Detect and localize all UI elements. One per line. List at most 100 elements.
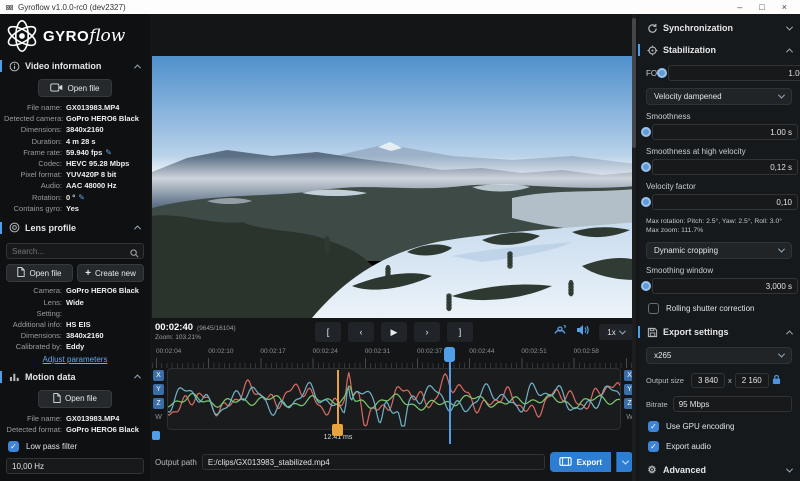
panel-scrollbar-thumb[interactable] xyxy=(632,18,636,148)
axis-toggle-button[interactable]: W xyxy=(153,412,164,423)
transport-button[interactable]: ‹ xyxy=(348,322,374,342)
smoothness-hv-value-input[interactable] xyxy=(652,159,798,175)
info-icon xyxy=(8,61,20,72)
playback-controls: 00:02:40 (9645/16104) Zoom: 103.21% [ ‹ xyxy=(150,318,638,346)
export-button[interactable]: Export xyxy=(550,452,611,472)
section-title: Advanced xyxy=(663,465,706,475)
open-file-label: Open file xyxy=(65,394,97,403)
video-camera-icon xyxy=(50,83,63,94)
logo-text-gyro: GYRO xyxy=(43,28,89,45)
cropping-dropdown[interactable]: Dynamic cropping xyxy=(646,242,792,259)
section-title: Video information xyxy=(25,61,101,71)
tick-label: 00:02:51 xyxy=(521,348,546,355)
timeline-ruler[interactable]: 00:02:0400:02:1000:02:1700:02:2400:02:31… xyxy=(150,346,638,358)
smoothing-window-label: Smoothing window xyxy=(646,266,792,275)
info-value: Wide xyxy=(66,298,84,307)
low-pass-filter-checkbox[interactable]: ✓ xyxy=(8,441,19,452)
smoothing-method-dropdown[interactable]: Velocity dampened xyxy=(646,88,792,105)
output-width-input[interactable] xyxy=(691,373,725,388)
smoothness-hv-label: Smoothness at high velocity xyxy=(646,147,792,156)
chevron-down-icon xyxy=(778,351,785,358)
fov-value-input[interactable] xyxy=(668,65,800,81)
info-row: Contains gyro: Yes ✎ xyxy=(4,203,146,214)
codec-dropdown[interactable]: x265 xyxy=(646,347,792,364)
info-label: Audio: xyxy=(4,181,66,190)
edit-pencil-icon[interactable]: ✎ xyxy=(105,148,112,157)
info-label: Dimensions: xyxy=(4,331,66,340)
section-export-settings[interactable]: Export settings xyxy=(638,324,800,340)
transport-button[interactable]: [ xyxy=(315,322,341,342)
transport-button[interactable]: ▶ xyxy=(381,322,407,342)
plus-icon: + xyxy=(85,268,91,279)
velocity-factor-value-input[interactable] xyxy=(652,194,798,210)
gear-icon: ⚙ xyxy=(646,465,658,476)
slider-knob[interactable] xyxy=(641,127,651,137)
section-lens-profile[interactable]: Lens profile xyxy=(0,220,150,236)
minimize-button[interactable]: – xyxy=(737,1,742,14)
current-timecode: 00:02:40 xyxy=(155,323,193,334)
transport-glyph: ] xyxy=(459,327,462,337)
info-value: GoPro HERO6 Black xyxy=(66,114,139,123)
slider-knob[interactable] xyxy=(641,281,651,291)
edit-pencil-icon[interactable]: ✎ xyxy=(78,193,85,202)
lens-open-file-button[interactable]: Open file xyxy=(6,264,73,282)
section-synchronization[interactable]: Synchronization xyxy=(638,20,800,36)
volume-icon[interactable] xyxy=(576,323,590,341)
axis-toggle-button[interactable]: X xyxy=(153,370,164,381)
info-row: Lens: Wide xyxy=(4,297,146,308)
sync-point-handle[interactable] xyxy=(332,424,343,436)
info-value: GoPro HERO6 Black xyxy=(66,286,139,295)
gpu-encoding-checkbox[interactable]: ✓ xyxy=(648,421,659,432)
slider-knob[interactable] xyxy=(641,162,651,172)
motion-open-file-button[interactable]: Open file xyxy=(38,390,112,408)
info-row: Rotation: 0 ° ✎ xyxy=(4,192,146,203)
export-options-button[interactable] xyxy=(616,452,633,472)
video-preview[interactable] xyxy=(152,56,636,318)
section-advanced[interactable]: ⚙ Advanced xyxy=(638,462,800,478)
smoothness-label: Smoothness xyxy=(646,112,792,121)
section-title: Stabilization xyxy=(663,45,716,55)
adjust-parameters-link[interactable]: Adjust parameters xyxy=(0,355,150,364)
rolling-shutter-checkbox[interactable] xyxy=(648,303,659,314)
lens-create-new-button[interactable]: + Create new xyxy=(77,264,144,282)
axis-toggle-button[interactable]: Z xyxy=(153,398,164,409)
smoothing-window-value-input[interactable] xyxy=(652,278,798,294)
section-video-information[interactable]: Video information xyxy=(0,58,150,74)
smoothness-value-input[interactable] xyxy=(652,124,798,140)
slider-knob[interactable] xyxy=(641,197,651,207)
info-value: 4 m 28 s xyxy=(66,137,96,146)
low-pass-frequency-input[interactable] xyxy=(6,458,144,474)
section-motion-data[interactable]: Motion data xyxy=(0,369,150,385)
transport-glyph: › xyxy=(426,327,429,337)
info-label: Contains gyro: xyxy=(4,204,66,213)
timeline-minor-ticks[interactable] xyxy=(152,358,636,368)
close-button[interactable]: × xyxy=(782,1,787,14)
export-audio-checkbox[interactable]: ✓ xyxy=(648,441,659,452)
chart-icon xyxy=(8,371,20,382)
max-zoom-text: Max zoom: 111.7% xyxy=(646,226,792,235)
info-label: Frame rate: xyxy=(4,148,66,157)
axis-toggle-button[interactable]: Y xyxy=(153,384,164,395)
transport-button[interactable]: › xyxy=(414,322,440,342)
output-height-input[interactable] xyxy=(735,373,769,388)
bitrate-input[interactable] xyxy=(673,396,792,412)
timeline-left-handle[interactable] xyxy=(152,431,160,440)
output-path-input[interactable] xyxy=(202,454,545,470)
section-stabilization[interactable]: Stabilization xyxy=(638,42,800,58)
transport-button[interactable]: ] xyxy=(447,322,473,342)
playhead-handle[interactable] xyxy=(444,347,455,362)
video-open-file-button[interactable]: Open file xyxy=(38,79,112,97)
fov-row: FOV xyxy=(646,65,792,81)
chevron-up-icon xyxy=(134,226,141,233)
info-value: GX013983.MP4 xyxy=(66,414,119,423)
low-pass-filter-row: ✓ Low pass filter xyxy=(0,441,150,452)
lock-ratio-icon[interactable] xyxy=(772,374,781,387)
stabilization-toggle-icon[interactable] xyxy=(553,323,567,341)
playback-speed-button[interactable]: 1x xyxy=(599,324,633,340)
lens-search-input[interactable] xyxy=(6,243,144,259)
slider-knob[interactable] xyxy=(657,68,667,78)
maximize-button[interactable]: □ xyxy=(759,1,764,14)
info-row: Duration: 4 m 28 s ✎ xyxy=(4,136,146,147)
output-path-label: Output path xyxy=(155,458,197,467)
gyro-waveform-chart[interactable] xyxy=(167,368,621,430)
